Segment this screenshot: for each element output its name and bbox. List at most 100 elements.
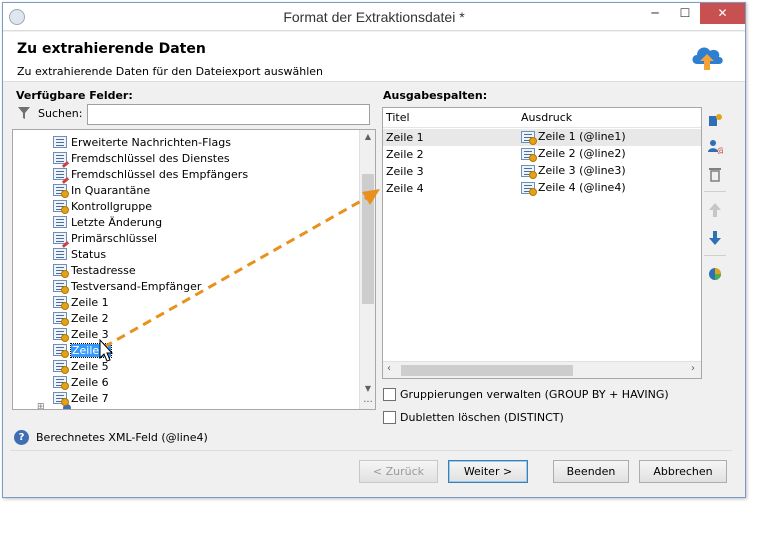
scroll-right-icon[interactable]: › (691, 363, 695, 374)
cell-expression: Zeile 3 (@line3) (521, 164, 626, 179)
move-up-icon[interactable] (706, 202, 724, 220)
tree-item[interactable]: Kontrollgruppe (53, 198, 152, 214)
tree-item[interactable]: Zeile 6 (53, 374, 109, 390)
tree-item-label: Testversand-Empfänger (71, 279, 202, 293)
close-button[interactable]: ✕ (700, 3, 745, 24)
tree-item[interactable]: Zeile 1 (53, 294, 109, 310)
scroll-down-icon[interactable]: ▼ (360, 384, 375, 393)
expression-text: Zeile 2 (@line2) (538, 147, 626, 160)
computed-field-icon (521, 147, 537, 162)
scrollbar-thumb[interactable] (401, 365, 573, 376)
move-down-icon[interactable] (706, 230, 724, 248)
tree-item-label: Fremdschlüssel des Dienstes (71, 151, 230, 165)
scrollbar-thumb[interactable] (362, 174, 374, 304)
output-columns-table[interactable]: Titel Ausdruck ‹ › Zeile 1 Zeile 1 (@line… (382, 107, 702, 379)
add-column-icon[interactable] (706, 112, 724, 130)
foreign-key-icon (53, 168, 67, 180)
tree-item[interactable]: Zeile 3 (53, 326, 109, 342)
group-by-checkbox-row[interactable]: Gruppierungen verwalten (GROUP BY + HAVI… (383, 388, 669, 401)
tree-item[interactable]: Letzte Änderung (53, 214, 162, 230)
expression-text: Zeile 1 (@line1) (538, 130, 626, 143)
computed-field-icon (53, 392, 69, 406)
add-expression-icon[interactable]: @ (706, 138, 725, 156)
tree-item[interactable]: In Quarantäne (53, 182, 150, 198)
computed-field-icon (521, 181, 537, 196)
search-input[interactable] (87, 104, 370, 125)
tree-item-label: Zeile 1 (71, 295, 109, 309)
column-header-title[interactable]: Titel (386, 111, 410, 124)
group-by-checkbox[interactable] (383, 388, 396, 401)
tree-item-label: In Quarantäne (71, 183, 151, 197)
computed-field-icon (53, 328, 69, 342)
page-title: Zu extrahierende Daten (17, 41, 206, 57)
field-icon (53, 136, 67, 148)
tree-item-label: Letzte Änderung (71, 215, 163, 229)
tree-item[interactable]: Zeile 2 (53, 310, 109, 326)
wizard-header: Zu extrahierende Daten Zu extrahierende … (3, 32, 745, 82)
computed-field-icon (53, 296, 69, 310)
tree-item[interactable]: Testversand-Empfänger (53, 278, 201, 294)
table-row[interactable]: Zeile 1 Zeile 1 (@line1) (383, 129, 701, 146)
column-header-expression[interactable]: Ausdruck (521, 111, 572, 124)
delete-icon[interactable] (706, 166, 724, 184)
table-row[interactable]: Zeile 3 Zeile 3 (@line3) (383, 163, 701, 180)
computed-field-icon (53, 280, 69, 294)
cell-title: Zeile 3 (386, 165, 424, 178)
finish-button[interactable]: Beenden (553, 460, 629, 483)
cell-title: Zeile 1 (386, 131, 424, 144)
distribution-icon[interactable] (706, 266, 724, 284)
window-title: Format der Extraktionsdatei * (283, 9, 465, 25)
footer-divider (10, 450, 732, 451)
cloud-upload-icon (692, 47, 723, 70)
field-icon (53, 248, 67, 260)
maximize-button[interactable]: ☐ (670, 3, 700, 24)
tree-item-label: Testadresse (71, 263, 136, 277)
page-subtitle: Zu extrahierende Daten für den Dateiexpo… (17, 65, 323, 78)
table-row[interactable]: Zeile 4 Zeile 4 (@line4) (383, 180, 701, 197)
table-row[interactable]: Zeile 2 Zeile 2 (@line2) (383, 146, 701, 163)
computed-field-icon (53, 184, 69, 198)
tree-item-label: Primärschlüssel (71, 231, 158, 245)
minimize-button[interactable]: ─ (640, 3, 670, 24)
tree-item-label: Zeile 7 (71, 391, 109, 405)
computed-field-icon (53, 200, 69, 214)
cell-title: Zeile 2 (386, 148, 424, 161)
computed-field-icon (53, 344, 69, 358)
tree-item[interactable]: Testadresse (53, 262, 136, 278)
distinct-checkbox-row[interactable]: Dubletten löschen (DISTINCT) (383, 411, 564, 424)
expand-node-icon[interactable]: ⊞ (37, 402, 45, 409)
cell-expression: Zeile 1 (@line1) (521, 130, 626, 145)
available-fields-tree[interactable]: ▲ ▼ ··· ⊞ Erweiterte Nachrichten-Flags Fr… (12, 129, 376, 410)
table-horizontal-scrollbar[interactable]: ‹ › (383, 361, 701, 378)
tree-item-label: Fremdschlüssel des Empfängers (71, 167, 249, 181)
next-button[interactable]: Weiter > (448, 460, 528, 483)
tree-item[interactable]: Fremdschlüssel des Empfängers (53, 166, 248, 182)
group-by-label: Gruppierungen verwalten (GROUP BY + HAVI… (400, 388, 669, 401)
tree-item-label: Zeile 4 (70, 342, 112, 358)
tree-item[interactable]: Fremdschlüssel des Dienstes (53, 150, 230, 166)
field-info: ? Berechnetes XML-Feld (@line4) (14, 430, 208, 445)
tree-item[interactable]: Zeile 4 (53, 342, 112, 358)
primary-key-icon (53, 232, 67, 244)
tree-item[interactable]: Zeile 5 (53, 358, 109, 374)
tree-item-label: Zeile 6 (71, 375, 109, 389)
available-fields-label: Verfügbare Felder: (16, 89, 133, 102)
more-icon[interactable]: ··· (360, 397, 375, 408)
help-icon: ? (14, 430, 29, 445)
distinct-checkbox[interactable] (383, 411, 396, 424)
tree-item[interactable]: Zeile 7 (53, 390, 109, 406)
scroll-left-icon[interactable]: ‹ (387, 363, 391, 374)
distinct-label: Dubletten löschen (DISTINCT) (400, 411, 564, 424)
back-button[interactable]: < Zurück (359, 460, 438, 483)
tree-item[interactable]: Erweiterte Nachrichten-Flags (53, 134, 231, 150)
cell-expression: Zeile 2 (@line2) (521, 147, 626, 162)
computed-field-icon (521, 164, 537, 179)
tree-vertical-scrollbar[interactable]: ▲ ▼ ··· (359, 130, 375, 409)
tree-item-label: Kontrollgruppe (71, 199, 153, 213)
cancel-button[interactable]: Abbrechen (639, 460, 727, 483)
cell-expression: Zeile 4 (@line4) (521, 181, 626, 196)
tree-item[interactable]: Status (53, 246, 106, 262)
tree-item-label: Status (71, 247, 107, 261)
tree-item[interactable]: Primärschlüssel (53, 230, 157, 246)
scroll-up-icon[interactable]: ▲ (360, 132, 375, 141)
